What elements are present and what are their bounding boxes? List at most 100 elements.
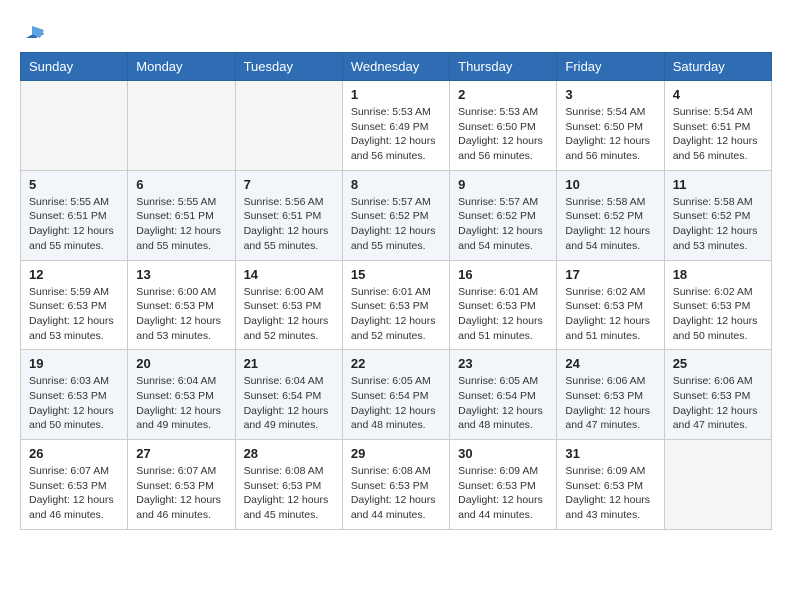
day-number: 12 <box>29 267 119 282</box>
calendar-cell: 4 Sunrise: 5:54 AM Sunset: 6:51 PM Daylig… <box>664 81 771 171</box>
day-number: 15 <box>351 267 441 282</box>
calendar-week-row: 1 Sunrise: 5:53 AM Sunset: 6:49 PM Daylig… <box>21 81 772 171</box>
calendar-cell: 24 Sunrise: 6:06 AM Sunset: 6:53 PM Dayli… <box>557 350 664 440</box>
calendar-week-row: 19 Sunrise: 6:03 AM Sunset: 6:53 PM Dayli… <box>21 350 772 440</box>
day-number: 2 <box>458 87 548 102</box>
day-info: Sunrise: 5:55 AM Sunset: 6:51 PM Dayligh… <box>136 195 226 254</box>
day-number: 18 <box>673 267 763 282</box>
weekday-header-friday: Friday <box>557 53 664 81</box>
calendar-cell: 2 Sunrise: 5:53 AM Sunset: 6:50 PM Daylig… <box>450 81 557 171</box>
day-info: Sunrise: 6:06 AM Sunset: 6:53 PM Dayligh… <box>565 374 655 433</box>
day-info: Sunrise: 6:05 AM Sunset: 6:54 PM Dayligh… <box>351 374 441 433</box>
day-info: Sunrise: 5:58 AM Sunset: 6:52 PM Dayligh… <box>565 195 655 254</box>
day-info: Sunrise: 5:58 AM Sunset: 6:52 PM Dayligh… <box>673 195 763 254</box>
calendar-cell: 28Sunrise: 6:08 AM Sunset: 6:53 PM Dayli… <box>235 440 342 530</box>
weekday-header-tuesday: Tuesday <box>235 53 342 81</box>
day-number: 25 <box>673 356 763 371</box>
day-info: Sunrise: 5:56 AM Sunset: 6:51 PM Dayligh… <box>244 195 334 254</box>
day-info: Sunrise: 6:09 AM Sunset: 6:53 PM Dayligh… <box>458 464 548 523</box>
day-number: 5 <box>29 177 119 192</box>
weekday-header-wednesday: Wednesday <box>342 53 449 81</box>
calendar-cell: 27 Sunrise: 6:07 AM Sunset: 6:53 PM Dayli… <box>128 440 235 530</box>
calendar-week-row: 5 Sunrise: 5:55 AM Sunset: 6:51 PM Daylig… <box>21 170 772 260</box>
day-number: 23 <box>458 356 548 371</box>
calendar-cell: 31Sunrise: 6:09 AM Sunset: 6:53 PM Dayli… <box>557 440 664 530</box>
day-number: 3 <box>565 87 655 102</box>
day-number: 19 <box>29 356 119 371</box>
calendar-cell <box>235 81 342 171</box>
calendar-cell: 3 Sunrise: 5:54 AM Sunset: 6:50 PM Daylig… <box>557 81 664 171</box>
day-info: Sunrise: 6:00 AM Sunset: 6:53 PM Dayligh… <box>136 285 226 344</box>
weekday-header-monday: Monday <box>128 53 235 81</box>
day-info: Sunrise: 6:02 AM Sunset: 6:53 PM Dayligh… <box>673 285 763 344</box>
calendar-cell: 29Sunrise: 6:08 AM Sunset: 6:53 PM Dayli… <box>342 440 449 530</box>
day-number: 21 <box>244 356 334 371</box>
calendar-cell: 21 Sunrise: 6:04 AM Sunset: 6:54 PM Dayli… <box>235 350 342 440</box>
day-number: 7 <box>244 177 334 192</box>
day-number: 27 <box>136 446 226 461</box>
calendar-cell: 7 Sunrise: 5:56 AM Sunset: 6:51 PM Daylig… <box>235 170 342 260</box>
day-info: Sunrise: 6:04 AM Sunset: 6:54 PM Dayligh… <box>244 374 334 433</box>
calendar-cell: 26Sunrise: 6:07 AM Sunset: 6:53 PM Dayli… <box>21 440 128 530</box>
day-number: 10 <box>565 177 655 192</box>
day-info: Sunrise: 5:53 AM Sunset: 6:49 PM Dayligh… <box>351 105 441 164</box>
day-info: Sunrise: 5:53 AM Sunset: 6:50 PM Dayligh… <box>458 105 548 164</box>
day-info: Sunrise: 5:55 AM Sunset: 6:51 PM Dayligh… <box>29 195 119 254</box>
calendar-cell: 12 Sunrise: 5:59 AM Sunset: 6:53 PM Dayli… <box>21 260 128 350</box>
calendar-week-row: 26 Sunrise: 6:07 AM Sunset: 6:53 PM Dayli… <box>21 440 772 530</box>
day-number: 4 <box>673 87 763 102</box>
calendar-cell: 5 Sunrise: 5:55 AM Sunset: 6:51 PM Daylig… <box>21 170 128 260</box>
page: SundayMondayTuesdayWednesdayThursdayFrid… <box>0 0 792 540</box>
day-number: 1 <box>351 87 441 102</box>
day-number: 16 <box>458 267 548 282</box>
day-info: Sunrise: 6:03 AM Sunset: 6:53 PM Dayligh… <box>29 374 119 433</box>
calendar-cell: 6 Sunrise: 5:55 AM Sunset: 6:51 PM Daylig… <box>128 170 235 260</box>
day-number: 6 <box>136 177 226 192</box>
calendar-cell: 16 Sunrise: 6:01 AM Sunset: 6:53 PM Dayli… <box>450 260 557 350</box>
calendar-cell <box>21 81 128 171</box>
day-info: Sunrise: 6:07 AM Sunset: 6:53 PM Dayligh… <box>136 464 226 523</box>
calendar-week-row: 12 Sunrise: 5:59 AM Sunset: 6:53 PM Dayli… <box>21 260 772 350</box>
calendar-cell: 25 Sunrise: 6:06 AM Sunset: 6:53 PM Dayli… <box>664 350 771 440</box>
day-info: Sunrise: 5:54 AM Sunset: 6:51 PM Dayligh… <box>673 105 763 164</box>
day-info: Sunrise: 5:57 AM Sunset: 6:52 PM Dayligh… <box>351 195 441 254</box>
day-number: 30 <box>458 446 548 461</box>
weekday-header-sunday: Sunday <box>21 53 128 81</box>
day-number: 26 <box>29 446 119 461</box>
calendar-cell: 30 Sunrise: 6:09 AM Sunset: 6:53 PM Dayli… <box>450 440 557 530</box>
day-number: 24 <box>565 356 655 371</box>
day-info: Sunrise: 6:01 AM Sunset: 6:53 PM Dayligh… <box>351 285 441 344</box>
day-number: 13 <box>136 267 226 282</box>
calendar-cell: 22 Sunrise: 6:05 AM Sunset: 6:54 PM Dayli… <box>342 350 449 440</box>
day-info: Sunrise: 6:00 AM Sunset: 6:53 PM Dayligh… <box>244 285 334 344</box>
day-number: 11 <box>673 177 763 192</box>
calendar-cell: 10 Sunrise: 5:58 AM Sunset: 6:52 PM Dayli… <box>557 170 664 260</box>
weekday-header-row: SundayMondayTuesdayWednesdayThursdayFrid… <box>21 53 772 81</box>
day-info: Sunrise: 6:01 AM Sunset: 6:53 PM Dayligh… <box>458 285 548 344</box>
calendar-cell: 23 Sunrise: 6:05 AM Sunset: 6:54 PM Dayli… <box>450 350 557 440</box>
day-info: Sunrise: 6:02 AM Sunset: 6:53 PM Dayligh… <box>565 285 655 344</box>
day-number: 9 <box>458 177 548 192</box>
day-info: Sunrise: 6:05 AM Sunset: 6:54 PM Dayligh… <box>458 374 548 433</box>
calendar-cell: 9 Sunrise: 5:57 AM Sunset: 6:52 PM Daylig… <box>450 170 557 260</box>
calendar-cell <box>128 81 235 171</box>
weekday-header-saturday: Saturday <box>664 53 771 81</box>
day-number: 29 <box>351 446 441 461</box>
day-number: 22 <box>351 356 441 371</box>
day-info: Sunrise: 6:04 AM Sunset: 6:53 PM Dayligh… <box>136 374 226 433</box>
day-info: Sunrise: 5:54 AM Sunset: 6:50 PM Dayligh… <box>565 105 655 164</box>
day-info: Sunrise: 5:59 AM Sunset: 6:53 PM Dayligh… <box>29 285 119 344</box>
calendar-cell <box>664 440 771 530</box>
day-number: 14 <box>244 267 334 282</box>
calendar-cell: 18 Sunrise: 6:02 AM Sunset: 6:53 PM Dayli… <box>664 260 771 350</box>
calendar-cell: 8 Sunrise: 5:57 AM Sunset: 6:52 PM Daylig… <box>342 170 449 260</box>
calendar-cell: 14 Sunrise: 6:00 AM Sunset: 6:53 PM Dayli… <box>235 260 342 350</box>
day-number: 31 <box>565 446 655 461</box>
day-info: Sunrise: 5:57 AM Sunset: 6:52 PM Dayligh… <box>458 195 548 254</box>
day-info: Sunrise: 6:06 AM Sunset: 6:53 PM Dayligh… <box>673 374 763 433</box>
day-number: 8 <box>351 177 441 192</box>
logo <box>20 20 44 38</box>
day-number: 20 <box>136 356 226 371</box>
day-number: 28 <box>244 446 334 461</box>
calendar-cell: 15 Sunrise: 6:01 AM Sunset: 6:53 PM Dayli… <box>342 260 449 350</box>
